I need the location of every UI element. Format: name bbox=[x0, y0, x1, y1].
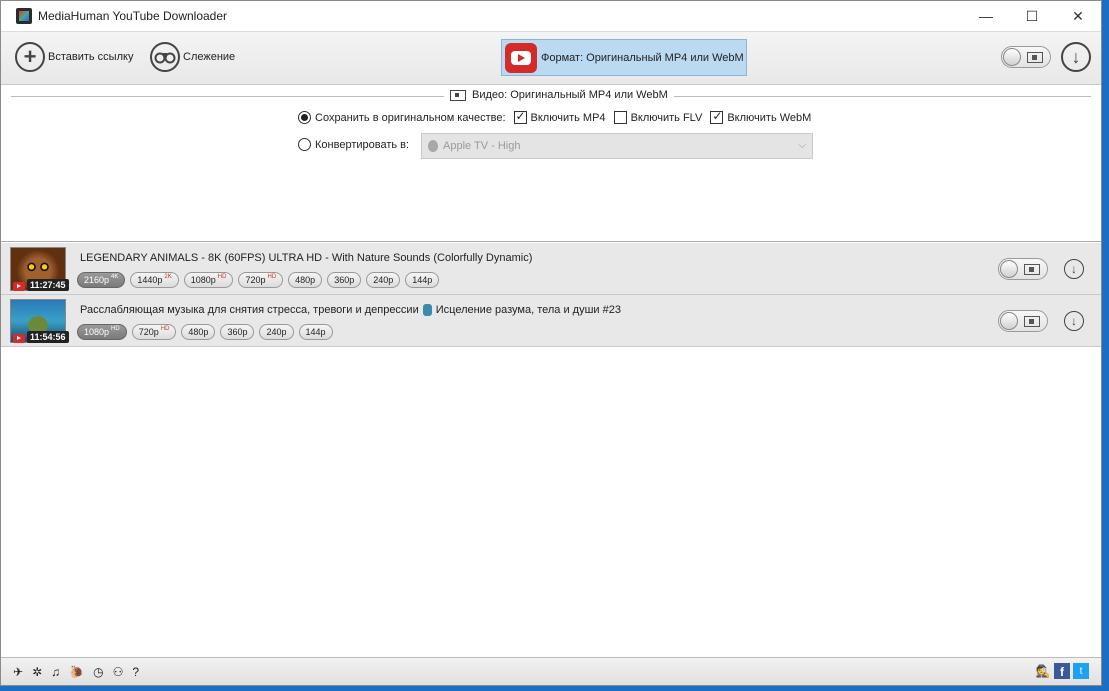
video-title-text: LEGENDARY ANIMALS - 8K (60FPS) ULTRA HD … bbox=[80, 252, 533, 264]
status-bar: ✈ ✲ ♫ 🐌 ◷ ⚇ ? 🕵 f t bbox=[1, 657, 1101, 685]
quality-chip[interactable]: 480p bbox=[181, 324, 216, 340]
include-webm-label: Включить WebM bbox=[727, 111, 812, 124]
quality-chip[interactable]: 2160p 4K bbox=[77, 272, 126, 288]
quality-chip[interactable]: 360p bbox=[327, 272, 362, 288]
video-title: LEGENDARY ANIMALS - 8K (60FPS) ULTRA HD … bbox=[80, 252, 532, 264]
quality-chip[interactable]: 1080p HD bbox=[77, 324, 127, 340]
include-flv-label: Включить FLV bbox=[630, 111, 703, 124]
status-icons: ✈ ✲ ♫ 🐌 ◷ ⚇ ? bbox=[13, 665, 139, 679]
item-video-toggle[interactable] bbox=[998, 258, 1048, 280]
window-title: MediaHuman YouTube Downloader bbox=[38, 9, 228, 23]
app-window: MediaHuman YouTube Downloader — ☐ ✕ + Вс… bbox=[0, 0, 1102, 686]
include-mp4-checkbox[interactable] bbox=[513, 109, 527, 124]
quality-chip[interactable]: 1440p 2K bbox=[130, 272, 179, 288]
youtube-icon bbox=[505, 42, 537, 73]
item-video-toggle[interactable] bbox=[998, 310, 1048, 332]
section-title: Видео: Оригинальный MP4 или WebM bbox=[444, 89, 674, 101]
send-icon[interactable]: ✈ bbox=[13, 665, 23, 679]
item-download-button[interactable]: ↓ bbox=[1064, 259, 1084, 279]
save-original-radio[interactable] bbox=[298, 111, 311, 124]
facebook-icon[interactable]: f bbox=[1054, 663, 1070, 679]
section-title-text: Видео: Оригинальный MP4 или WebM bbox=[472, 89, 668, 101]
film-icon bbox=[1024, 264, 1040, 275]
include-flv-checkbox[interactable] bbox=[613, 111, 627, 124]
binoculars-icon[interactable]: ⚇ bbox=[113, 665, 124, 679]
music-icon[interactable]: ♫ bbox=[51, 665, 60, 679]
video-title-text: Расслабляющая музыка для снятия стресса,… bbox=[80, 304, 419, 316]
toolbar: + Вставить ссылку Слежение Формат: Ориги… bbox=[1, 31, 1101, 85]
quality-chip[interactable]: 720p HD bbox=[131, 324, 177, 340]
quality-chip[interactable]: 480p bbox=[288, 272, 323, 288]
list-item[interactable]: 11:54:56 Расслабляющая музыка для снятия… bbox=[1, 295, 1101, 347]
youtube-icon bbox=[13, 282, 25, 291]
save-original-row: Сохранить в оригинальном качестве: Включ… bbox=[298, 109, 812, 124]
quality-chips: 2160p 4K 1440p 2K 1080p HD 720p HD 480p 360p… bbox=[77, 272, 440, 288]
convert-row: Конвертировать в: bbox=[298, 138, 409, 151]
save-original-label: Сохранить в оригинальном качестве: bbox=[315, 111, 506, 124]
help-icon[interactable]: ? bbox=[132, 665, 139, 679]
convert-target-select[interactable]: Apple TV - High ⌵ bbox=[421, 133, 813, 159]
video-mode-toggle[interactable] bbox=[1001, 46, 1051, 68]
title-bar: MediaHuman YouTube Downloader — ☐ ✕ bbox=[1, 1, 1101, 31]
emoji-icon bbox=[422, 304, 432, 316]
convert-radio[interactable] bbox=[298, 138, 311, 151]
snail-icon[interactable]: 🐌 bbox=[69, 665, 84, 679]
convert-target-value: Apple TV - High bbox=[443, 140, 521, 152]
youtube-icon bbox=[13, 334, 25, 343]
include-webm-checkbox[interactable] bbox=[710, 109, 724, 124]
app-logo-icon bbox=[16, 8, 32, 24]
quality-chip[interactable]: 360p bbox=[220, 324, 255, 340]
format-label: Формат: Оригинальный MP4 или WebM bbox=[541, 51, 744, 64]
quality-chip[interactable]: 720p HD bbox=[238, 272, 284, 288]
quality-chip[interactable]: 144p bbox=[298, 324, 333, 340]
quality-chip[interactable]: 240p bbox=[259, 324, 294, 340]
include-mp4-label: Включить MP4 bbox=[530, 111, 606, 124]
plus-icon: + bbox=[15, 42, 45, 72]
binoculars-icon bbox=[150, 42, 180, 72]
tracking-label: Слежение bbox=[183, 51, 236, 63]
maximize-button[interactable]: ☐ bbox=[1009, 1, 1055, 31]
quality-chip[interactable]: 144p bbox=[405, 272, 440, 288]
chevron-down-icon: ⌵ bbox=[798, 140, 806, 151]
paste-link-button[interactable]: + Вставить ссылку bbox=[15, 42, 133, 72]
film-icon bbox=[1027, 52, 1043, 63]
item-download-button[interactable]: ↓ bbox=[1064, 311, 1084, 331]
download-list: 11:27:45 LEGENDARY ANIMALS - 8K (60FPS) … bbox=[1, 243, 1101, 347]
format-settings-panel: Видео: Оригинальный MP4 или WebM Сохрани… bbox=[1, 85, 1101, 242]
gear-icon[interactable]: ✲ bbox=[32, 665, 42, 679]
tracking-button[interactable]: Слежение bbox=[150, 42, 235, 72]
twitter-icon[interactable]: t bbox=[1073, 663, 1089, 679]
video-duration: 11:54:56 bbox=[27, 331, 69, 343]
quality-chip[interactable]: 240p bbox=[366, 272, 401, 288]
toggle-knob bbox=[1000, 312, 1018, 330]
convert-label: Конвертировать в: bbox=[315, 138, 410, 151]
close-button[interactable]: ✕ bbox=[1055, 1, 1101, 31]
film-icon bbox=[450, 89, 466, 101]
toggle-knob bbox=[1000, 260, 1018, 278]
film-icon bbox=[1024, 316, 1040, 327]
quality-chip[interactable]: 1080p HD bbox=[183, 272, 234, 288]
video-title: Расслабляющая музыка для снятия стресса,… bbox=[80, 304, 621, 316]
video-duration: 11:27:45 bbox=[27, 279, 69, 291]
minimize-button[interactable]: — bbox=[963, 1, 1009, 31]
social-links: 🕵 f t bbox=[1035, 663, 1089, 679]
apple-icon bbox=[428, 140, 438, 152]
list-item[interactable]: 11:27:45 LEGENDARY ANIMALS - 8K (60FPS) … bbox=[1, 243, 1101, 295]
quality-chips: 1080p HD 720p HD 480p 360p 240p 144p bbox=[77, 324, 333, 340]
clock-icon[interactable]: ◷ bbox=[93, 665, 103, 679]
paste-link-label: Вставить ссылку bbox=[48, 51, 134, 63]
video-title-suffix: Исцеление разума, тела и души #23 bbox=[435, 304, 621, 316]
spy-icon[interactable]: 🕵 bbox=[1035, 663, 1051, 679]
format-button[interactable]: Формат: Оригинальный MP4 или WebM bbox=[501, 39, 747, 76]
toggle-knob bbox=[1003, 48, 1021, 66]
download-all-button[interactable]: ↓ bbox=[1061, 42, 1091, 72]
